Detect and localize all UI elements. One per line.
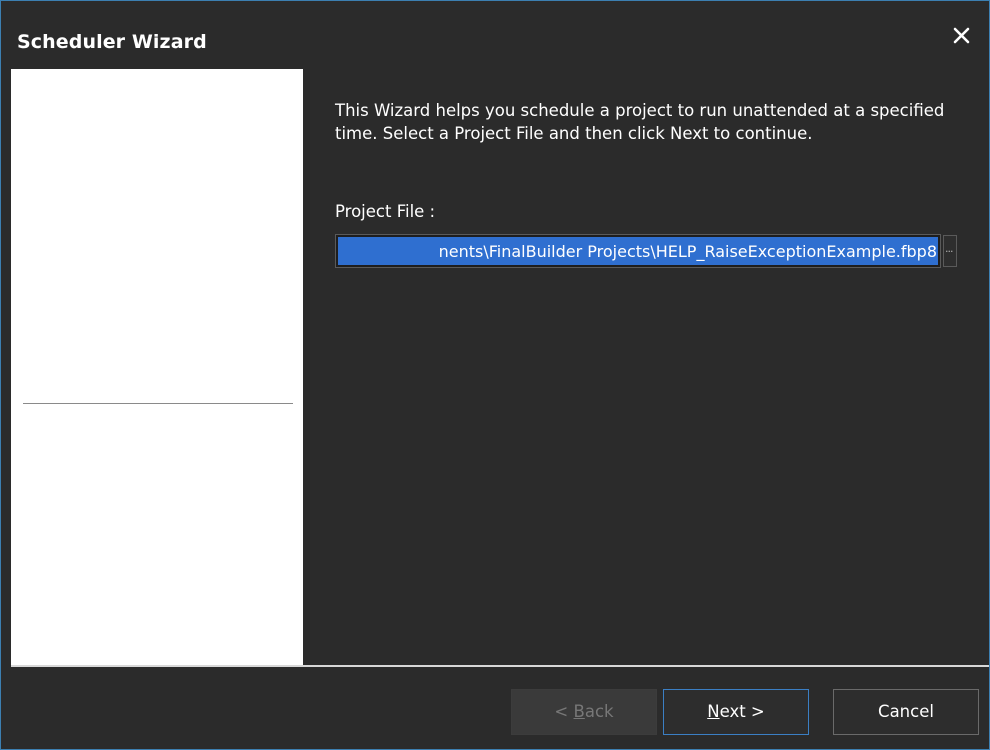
back-button[interactable]: < Back [511, 689, 657, 735]
next-button-rest: ext > [719, 702, 765, 721]
browse-button[interactable]: ... [943, 235, 957, 267]
title-bar: Scheduler Wizard [1, 1, 989, 67]
dialog-title: Scheduler Wizard [17, 31, 207, 53]
selected-text-highlight: nents\FinalBuilder Projects\HELP_RaiseEx… [338, 237, 938, 265]
back-button-mnemonic: B [573, 702, 585, 721]
wizard-side-panel [11, 69, 303, 665]
scheduler-wizard-dialog: Scheduler Wizard This Wizard helps you s… [0, 0, 990, 750]
close-button[interactable] [949, 23, 975, 49]
cancel-button[interactable]: Cancel [833, 689, 979, 735]
wizard-footer: < Back Next > Cancel [1, 667, 989, 749]
next-button[interactable]: Next > [663, 689, 809, 735]
project-file-input[interactable]: nents\FinalBuilder Projects\HELP_RaiseEx… [335, 234, 941, 268]
next-button-mnemonic: N [707, 702, 720, 721]
project-file-label: Project File : [335, 202, 436, 221]
wizard-content: This Wizard helps you schedule a project… [303, 69, 989, 665]
cancel-button-label: Cancel [878, 702, 934, 721]
ellipsis-icon: ... [945, 242, 953, 255]
project-file-value: nents\FinalBuilder Projects\HELP_RaiseEx… [438, 242, 937, 261]
close-icon [953, 27, 970, 44]
back-button-prefix: < [554, 702, 574, 721]
back-button-rest: ack [584, 702, 614, 721]
intro-text: This Wizard helps you schedule a project… [335, 101, 945, 143]
side-panel-divider [23, 403, 293, 404]
